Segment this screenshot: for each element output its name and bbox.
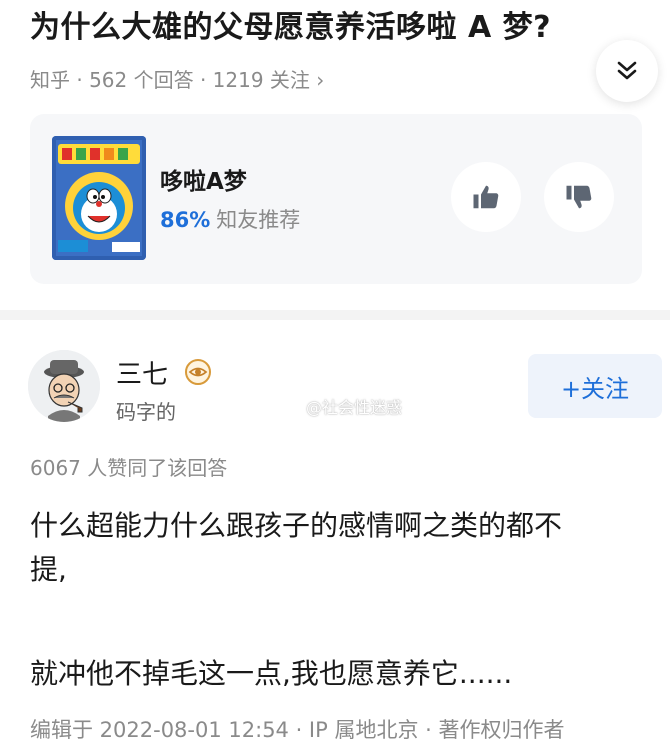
watermark: @社会性迷惑: [306, 398, 403, 417]
answer-paragraph: 什么超能力什么跟孩子的感情啊之类的都不: [30, 509, 563, 542]
encyclopedia-card[interactable]: 哆啦A梦 86% 知友推荐: [30, 114, 642, 284]
recommend-label: 知友推荐: [216, 208, 301, 232]
avatar[interactable]: [28, 350, 100, 422]
answer-paragraph: 提,: [30, 553, 67, 586]
card-title: 哆啦A梦: [160, 169, 247, 195]
downvote-button[interactable]: [544, 162, 614, 232]
eye-badge-icon: [185, 359, 211, 385]
doraemon-cover-image: [52, 136, 146, 260]
thumbs-down-icon: [566, 185, 592, 209]
upvote-count: 6067 人赞同了该回答: [30, 456, 228, 480]
chevron-double-down-icon: [617, 61, 637, 80]
follow-button[interactable]: +关注: [528, 354, 662, 418]
edit-meta: 编辑于 2022-08-01 12:54 · IP 属地北京 · 著作权归作者: [30, 718, 565, 742]
upvote-button[interactable]: [451, 162, 521, 232]
card-recommend: 86% 知友推荐: [160, 204, 300, 234]
question-title[interactable]: 为什么大雄的父母愿意养活哆啦 A 梦?: [30, 8, 630, 48]
collapse-button[interactable]: [596, 40, 658, 102]
author-bio: 码字的: [116, 400, 176, 424]
question-meta[interactable]: 知乎 · 562 个回答 · 1219 关注 ›: [30, 64, 324, 93]
answer-paragraph: 就冲他不掉毛这一点,我也愿意养它......: [30, 657, 513, 690]
author-name[interactable]: 三七: [116, 354, 168, 391]
section-divider: [0, 310, 670, 320]
thumbs-up-icon: [473, 185, 499, 209]
recommend-percent: 86%: [160, 208, 211, 232]
